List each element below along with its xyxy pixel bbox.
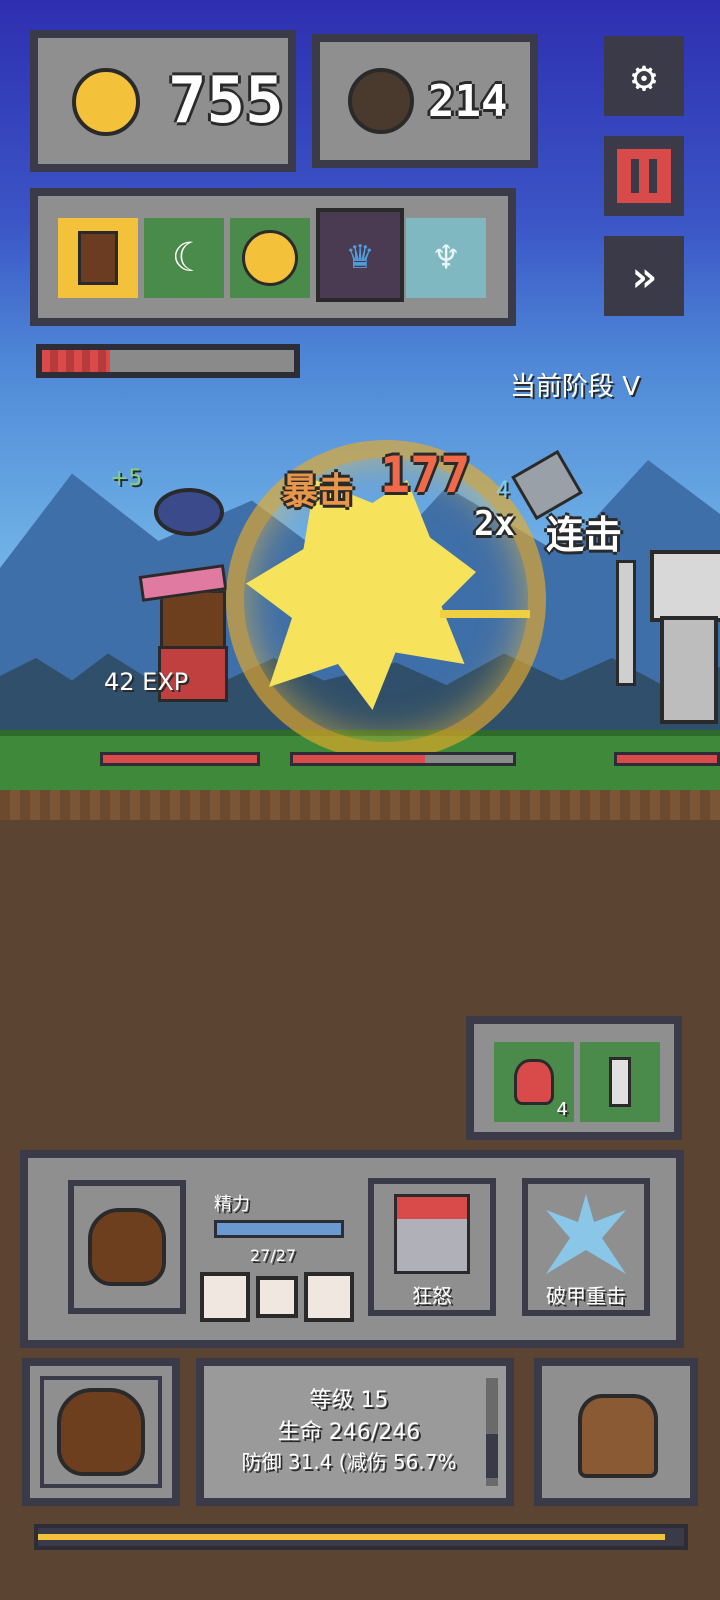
enemy2-health-bar [614,752,720,766]
gold-panel: 755 [30,30,296,172]
hero-panel: 精力 27/27 狂怒 破甲重击 [20,1150,684,1348]
inventory-button[interactable] [534,1358,698,1506]
coin-icon[interactable] [230,218,310,298]
settings-button[interactable]: ⚙ [604,36,684,116]
skill-armor-break-label: 破甲重击 [546,1284,626,1308]
status-effect-chain-icon[interactable] [200,1272,250,1322]
stamina-bar [214,1220,344,1238]
book-icon[interactable] [58,218,138,298]
wings-icon[interactable]: ♆ [406,218,486,298]
wave-progress-bar [36,344,300,378]
dirt-edge [0,790,720,820]
gold-coin-icon [72,68,140,136]
backpack-icon [578,1394,658,1478]
plus-text: +5 [110,466,143,491]
stamina-value: 27/27 [250,1246,297,1265]
gem-amount: 214 [428,76,508,127]
enemy-sword-icon [616,560,636,686]
status-effect-blood-icon[interactable] [304,1272,354,1322]
stats-scrollbar[interactable] [486,1378,498,1486]
buff-bar: ☾ ♛ ♆ [30,188,516,326]
double-chevron-icon: » [631,251,657,301]
combo-small-number: 4 [496,478,510,503]
gear-icon: ⚙ [631,51,657,101]
hero-portrait[interactable] [68,1180,186,1314]
crit-label: 暴击 [282,471,355,512]
consumables-panel: 4 [466,1016,682,1140]
crown-icon[interactable]: ♛ [316,208,404,302]
hat-pickup-icon [154,488,224,536]
character-portrait [40,1376,162,1488]
character-button[interactable] [22,1358,180,1506]
defense-stat: 防御 31.4 (减伤 56.7% [241,1450,457,1474]
stats-panel: 等级 15 生命 246/246 防御 31.4 (减伤 56.7% [196,1358,514,1506]
dark-orb-icon [348,68,414,134]
sword-icon [440,610,530,618]
crit-damage: 177 [380,446,471,504]
hero-face-icon [88,1208,166,1286]
bottom-progress-bar [34,1524,688,1550]
stamina-fill [217,1223,341,1235]
level-stat: 等级 15 [309,1388,389,1413]
skill-armor-break[interactable]: 破甲重击 [522,1178,650,1316]
hero-health-bar [100,752,260,766]
health-potion-icon [514,1059,554,1105]
pause-button[interactable] [604,136,684,216]
scroll-button[interactable] [580,1042,660,1122]
character-face-icon [57,1388,145,1476]
gem-panel: 214 [312,34,538,168]
gold-amount: 755 [168,64,284,138]
combo-multiplier: 2x [474,504,515,544]
bottom-progress-fill [38,1534,665,1540]
fast-forward-button[interactable]: » [604,236,684,316]
scroll-icon [609,1057,631,1107]
skill-rage-label: 狂怒 [412,1284,452,1308]
pause-icon [617,149,671,203]
hp-stat: 生命 246/246 [277,1420,421,1445]
spartan-helmet-icon [394,1194,470,1274]
health-potion-button[interactable]: 4 [494,1042,574,1122]
status-effect-boot-icon[interactable] [256,1276,298,1318]
skeleton-knight-enemy [640,530,720,724]
combo-label: 连击 [546,513,623,557]
sickle-icon[interactable]: ☾ [144,218,224,298]
potion-count: 4 [556,1099,568,1120]
enemy-health-bar [290,752,516,766]
ice-shatter-icon [546,1194,626,1274]
exp-gain-text: 42 EXP [104,668,189,696]
stamina-label: 精力 [214,1194,250,1215]
skill-rage[interactable]: 狂怒 [368,1178,496,1316]
wave-progress-fill [42,350,111,372]
stage-label: 当前阶段 V [510,372,641,402]
